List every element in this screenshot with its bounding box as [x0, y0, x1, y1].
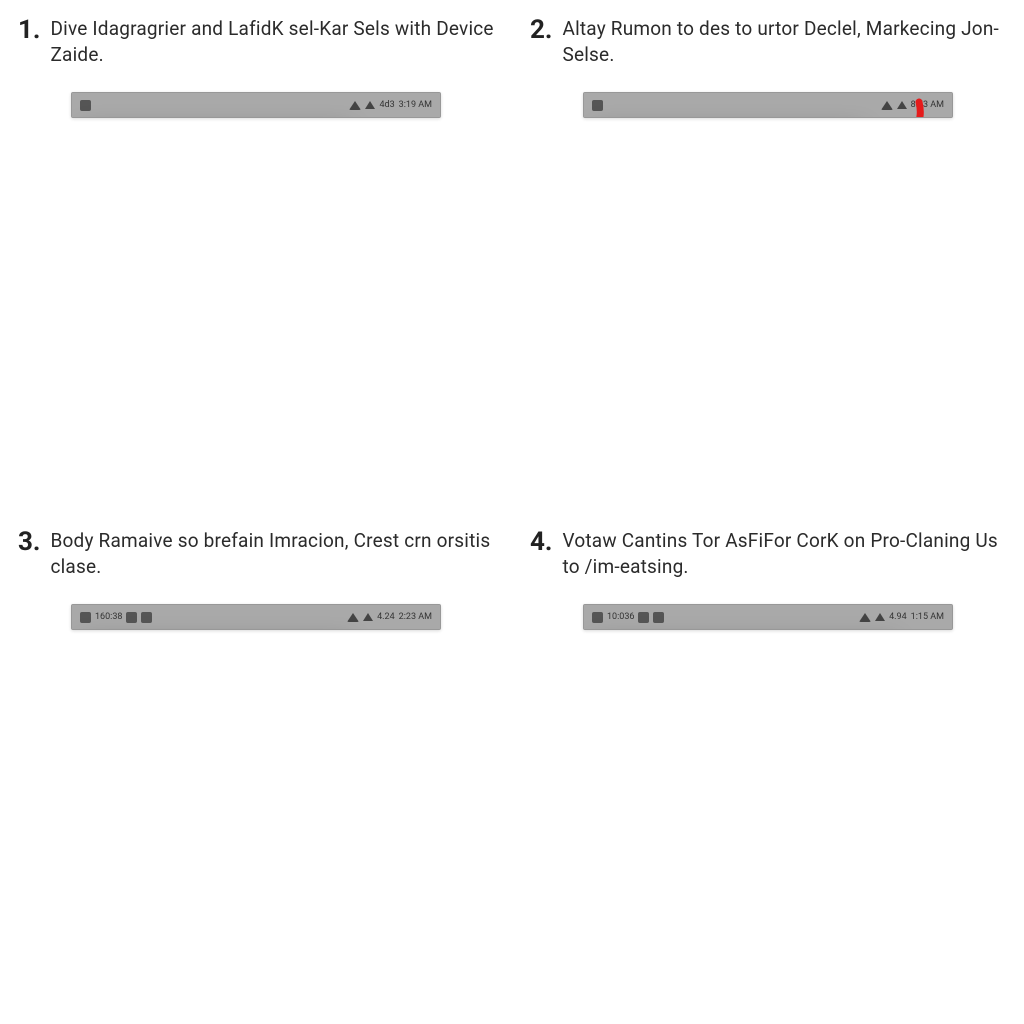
- step-2-number: 2.: [530, 16, 552, 45]
- step-2-text: Altay Rumon to des to urtor Declel, Mark…: [562, 16, 1006, 67]
- screenshot-3: 160:38 4.24 2:23 AM › ←Dipnote NewIBlay …: [71, 604, 441, 630]
- wifi-icon: [859, 613, 871, 622]
- clock-text: 8:53 AM: [911, 100, 944, 110]
- signal-icon: [365, 101, 375, 109]
- wifi-icon: [347, 613, 359, 622]
- signal-icon: [363, 613, 373, 621]
- clock-text: 1:15 AM: [911, 612, 944, 622]
- screenshot-2: 8:53 AM p Yours s Vinq ←DownloadHurtbary…: [583, 92, 953, 118]
- step-4-text: Votaw Cantins Tor AsFiFor CorK on Pro-Cl…: [562, 528, 1006, 579]
- screenshot-4: 10:036 4.94 1:15 AM ←Akinote BettingsSer…: [583, 604, 953, 630]
- step-4-panel: 4. Votaw Cantins Tor AsFiFor CorK on Pro…: [512, 512, 1024, 1024]
- status-bar: 10:036 4.94 1:15 AM: [584, 605, 952, 629]
- step-3-header: 3. Body Ramaive so brefain Imracion, Cre…: [18, 528, 494, 590]
- step-1-header: 1. Dive Idagragrier and LafidK sel-Kar S…: [18, 16, 494, 78]
- step-1-panel: 1. Dive Idagragrier and LafidK sel-Kar S…: [0, 0, 512, 512]
- status-bar: 8:53 AM: [584, 93, 952, 117]
- step-3-panel: 3. Body Ramaive so brefain Imracion, Cre…: [0, 512, 512, 1024]
- step-3-text: Body Ramaive so brefain Imracion, Crest …: [50, 528, 494, 579]
- clock-text: 2:23 AM: [399, 612, 432, 622]
- wifi-icon: [349, 101, 361, 110]
- step-3-number: 3.: [18, 528, 40, 557]
- step-1-text: Dive Idagragrier and LafidK sel-Kar Sels…: [50, 16, 494, 67]
- step-4-number: 4.: [530, 528, 552, 557]
- status-bar: 4d3 3:19 AM: [72, 93, 440, 117]
- signal-icon: [875, 613, 885, 621]
- step-1-number: 1.: [18, 16, 40, 45]
- wifi-icon: [881, 101, 893, 110]
- screenshot-1: 4d3 3:19 AM p Yours s es Wind Aldes Tahe…: [71, 92, 441, 118]
- step-2-header: 2. Altay Rumon to des to urtor Declel, M…: [530, 16, 1006, 78]
- signal-icon: [897, 101, 907, 109]
- status-bar: 160:38 4.24 2:23 AM: [72, 605, 440, 629]
- clock-text: 3:19 AM: [399, 100, 432, 110]
- step-2-panel: 2. Altay Rumon to des to urtor Declel, M…: [512, 0, 1024, 512]
- step-4-header: 4. Votaw Cantins Tor AsFiFor CorK on Pro…: [530, 528, 1006, 590]
